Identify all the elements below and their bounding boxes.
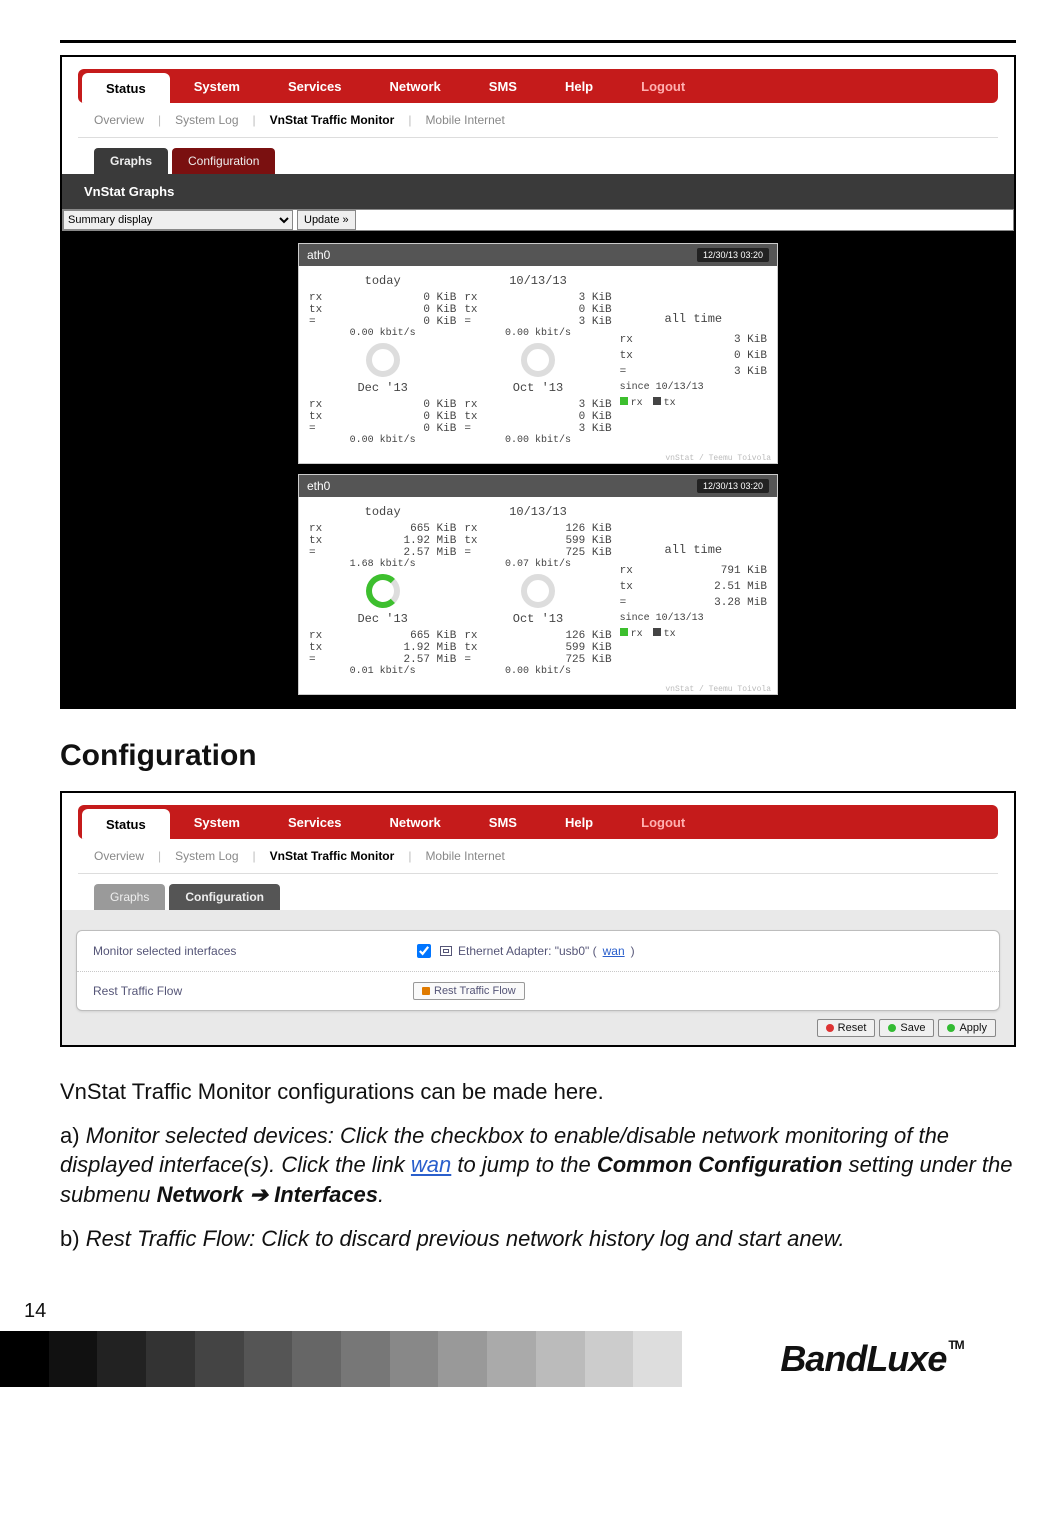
third-nav-config: Graphs Configuration xyxy=(78,874,998,910)
iface-name: ath0 xyxy=(307,248,330,262)
apply-dot-icon xyxy=(947,1024,955,1032)
subtab-overview[interactable]: Overview xyxy=(94,849,144,863)
reset-dot-icon xyxy=(826,1024,834,1032)
iface-card-ath0: ath0 12/30/13 03:20 today rx0 KiB tx0 Ki… xyxy=(298,243,778,464)
rest-traffic-label: Rest Traffic Flow xyxy=(93,984,393,998)
ethernet-adapter-icon xyxy=(440,946,452,956)
display-mode-select[interactable]: Summary display xyxy=(63,210,293,230)
brand-logo: BandLuxeTM xyxy=(780,1338,963,1380)
apply-button[interactable]: Apply xyxy=(938,1019,996,1037)
vnstat-config-screenshot: Status System Services Network SMS Help … xyxy=(60,791,1016,1047)
subtab-vnstat[interactable]: VnStat Traffic Monitor xyxy=(270,849,395,863)
tab-status[interactable]: Status xyxy=(82,809,170,839)
donut-icon xyxy=(521,343,555,377)
rest-traffic-button[interactable]: Rest Traffic Flow xyxy=(413,982,525,1000)
intro-paragraph: VnStat Traffic Monitor configurations ca… xyxy=(60,1077,1016,1107)
iface-card-eth0: eth0 12/30/13 03:20 today rx665 KiB tx1.… xyxy=(298,474,778,695)
page-number: 14 xyxy=(24,1300,46,1323)
legend-tx-swatch xyxy=(653,397,661,405)
vnstat-graphs-screenshot: Status System Services Network SMS Help … xyxy=(60,55,1016,709)
donut-icon xyxy=(521,574,555,608)
tab-help[interactable]: Help xyxy=(541,805,617,839)
row-monitor-interfaces: Monitor selected interfaces Ethernet Ada… xyxy=(77,931,999,972)
save-button[interactable]: Save xyxy=(879,1019,934,1037)
action-buttons: Reset Save Apply xyxy=(76,1011,1000,1037)
monitor-checkbox[interactable] xyxy=(417,944,431,958)
tab-sms[interactable]: SMS xyxy=(465,69,541,103)
subtab-mobile[interactable]: Mobile Internet xyxy=(425,113,504,127)
sub-nav-1: Overview| System Log| VnStat Traffic Mon… xyxy=(78,103,998,138)
iface-timestamp: 12/30/13 03:20 xyxy=(697,248,769,262)
graphs-output: ath0 12/30/13 03:20 today rx0 KiB tx0 Ki… xyxy=(62,231,1014,707)
section-heading: Configuration xyxy=(60,739,1016,773)
vnstat-credit: vnStat / Teemu Toivola xyxy=(299,685,777,694)
subtab-mobile[interactable]: Mobile Internet xyxy=(425,849,504,863)
update-button[interactable]: Update » xyxy=(297,210,356,230)
graphs-title-bar: VnStat Graphs xyxy=(62,174,1014,209)
thirdtab-graphs-2[interactable]: Graphs xyxy=(94,884,165,910)
subtab-overview[interactable]: Overview xyxy=(94,113,144,127)
main-nav-1: Status System Services Network SMS Help … xyxy=(78,69,998,103)
config-card: Monitor selected interfaces Ethernet Ada… xyxy=(76,930,1000,1011)
tab-sms[interactable]: SMS xyxy=(465,805,541,839)
thirdtab-config-2[interactable]: Configuration xyxy=(169,884,280,910)
tab-logout[interactable]: Logout xyxy=(617,69,709,103)
subtab-systemlog[interactable]: System Log xyxy=(175,849,238,863)
legend: rx tx xyxy=(620,397,767,409)
tab-services[interactable]: Services xyxy=(264,805,366,839)
tab-services[interactable]: Services xyxy=(264,69,366,103)
tab-logout[interactable]: Logout xyxy=(617,805,709,839)
tab-system[interactable]: System xyxy=(170,805,264,839)
save-dot-icon xyxy=(888,1024,896,1032)
legend-tx-swatch xyxy=(653,628,661,636)
graphs-toolbar: Summary display Update » xyxy=(62,209,1014,231)
body-text: VnStat Traffic Monitor configurations ca… xyxy=(60,1077,1016,1253)
trademark-icon: TM xyxy=(948,1338,963,1352)
vnstat-credit: vnStat / Teemu Toivola xyxy=(299,454,777,463)
page-footer: BandLuxeTM xyxy=(0,1331,1062,1387)
iface-name: eth0 xyxy=(307,479,330,493)
tab-status[interactable]: Status xyxy=(82,73,170,103)
donut-icon xyxy=(366,574,400,608)
reset-button[interactable]: Reset xyxy=(817,1019,876,1037)
wan-link[interactable]: wan xyxy=(603,944,625,958)
sub-nav-2: Overview| System Log| VnStat Traffic Mon… xyxy=(78,839,998,874)
row-rest-traffic: Rest Traffic Flow Rest Traffic Flow xyxy=(77,972,999,1010)
reset-icon xyxy=(422,987,430,995)
adapter-text: Ethernet Adapter: "usb0" ( xyxy=(458,944,597,958)
legend: rx tx xyxy=(620,628,767,640)
wan-link-prose[interactable]: wan xyxy=(411,1152,451,1177)
thirdtab-graphs-1[interactable]: Graphs xyxy=(94,148,168,174)
legend-rx-swatch xyxy=(620,628,628,636)
iface-timestamp: 12/30/13 03:20 xyxy=(697,479,769,493)
tab-network[interactable]: Network xyxy=(365,805,464,839)
item-a: a) Monitor selected devices: Click the c… xyxy=(60,1121,1016,1210)
subtab-vnstat[interactable]: VnStat Traffic Monitor xyxy=(270,113,395,127)
tab-help[interactable]: Help xyxy=(541,69,617,103)
thirdtab-config-1[interactable]: Configuration xyxy=(172,148,275,174)
gradient-strip xyxy=(0,1331,682,1387)
main-nav-2: Status System Services Network SMS Help … xyxy=(78,805,998,839)
tab-network[interactable]: Network xyxy=(365,69,464,103)
item-b: b) Rest Traffic Flow: Click to discard p… xyxy=(60,1224,1016,1254)
legend-rx-swatch xyxy=(620,397,628,405)
monitor-interfaces-label: Monitor selected interfaces xyxy=(93,944,393,958)
donut-icon xyxy=(366,343,400,377)
subtab-systemlog[interactable]: System Log xyxy=(175,113,238,127)
tab-system[interactable]: System xyxy=(170,69,264,103)
third-nav-graphs: Graphs Configuration xyxy=(78,138,998,174)
